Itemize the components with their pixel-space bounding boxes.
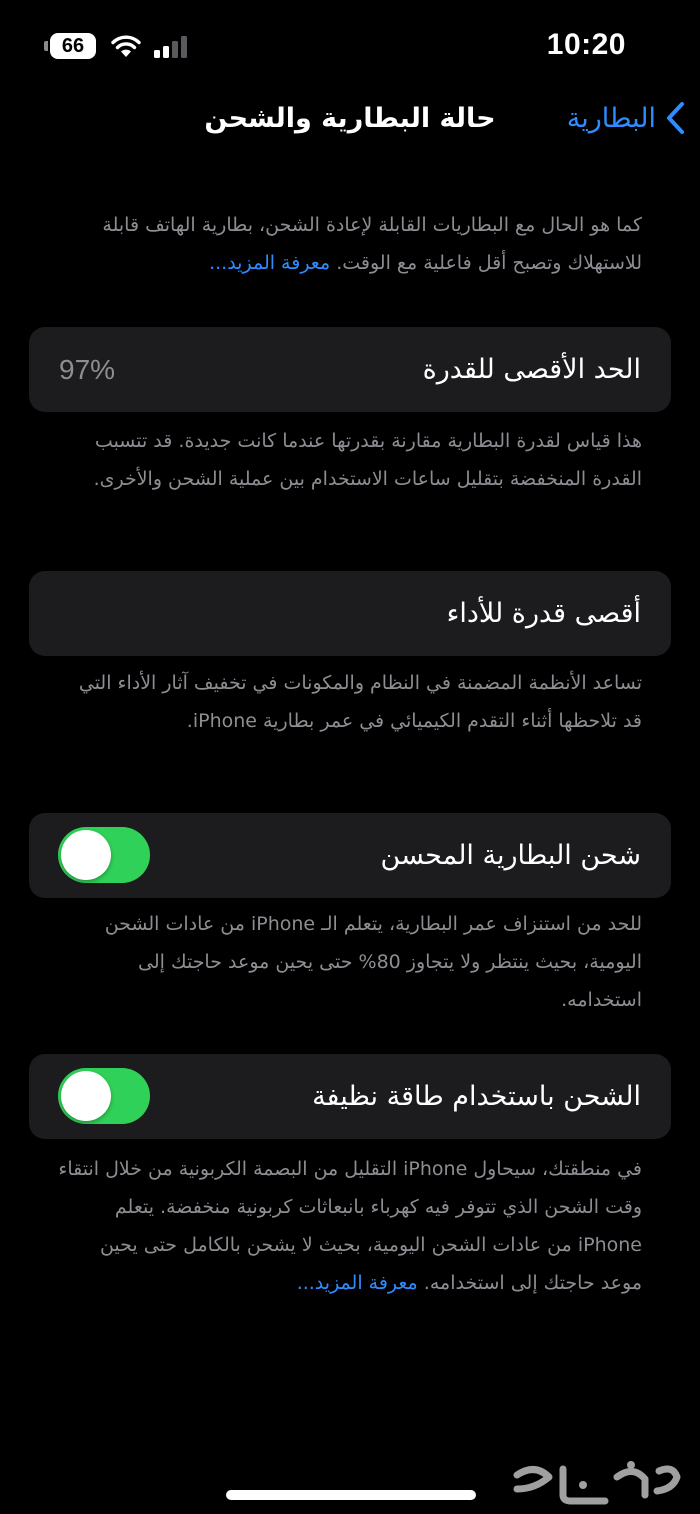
cellular-signal-icon	[154, 36, 187, 58]
max-capacity-row: الحد الأقصى للقدرة 97%	[29, 327, 671, 412]
optimized-charging-row: شحن البطارية المحسن	[29, 813, 671, 898]
clean-energy-description: في منطقتك، سيحاول iPhone التقليل من البص…	[58, 1150, 642, 1302]
toggle-knob	[61, 830, 111, 880]
watermark-logo	[513, 1461, 681, 1505]
max-capacity-value: 97%	[59, 354, 116, 385]
battery-level: 66	[61, 34, 85, 57]
peak-performance-description: تساعد الأنظمة المضمنة في النظام والمكونا…	[78, 672, 642, 732]
status-time: 10:20	[546, 28, 626, 61]
clean-energy-row: الشحن باستخدام طاقة نظيفة	[29, 1054, 671, 1139]
toggle-knob	[61, 1071, 111, 1121]
clean-energy-toggle[interactable]	[58, 1068, 150, 1124]
wifi-icon	[111, 35, 141, 57]
optimized-charging-description: للحد من استنزاف عمر البطارية، يتعلم الـ …	[104, 913, 642, 1011]
intro-text: كما هو الحال مع البطاريات القابلة لإعادة…	[102, 214, 642, 274]
optimized-charging-label: شحن البطارية المحسن	[380, 840, 641, 871]
max-capacity-label: الحد الأقصى للقدرة	[422, 354, 641, 385]
learn-more-link[interactable]: معرفة المزيد...	[297, 1272, 418, 1294]
clean-energy-label: الشحن باستخدام طاقة نظيفة	[312, 1081, 641, 1112]
learn-more-link[interactable]: معرفة المزيد...	[209, 252, 330, 274]
max-capacity-description: هذا قياس لقدرة البطارية مقارنة بقدرتها ع…	[93, 430, 642, 490]
optimized-charging-toggle[interactable]	[58, 827, 150, 883]
back-label: البطارية	[566, 102, 656, 134]
peak-performance-label: أقصى قدرة للأداء	[446, 598, 641, 629]
intro-description: كما هو الحال مع البطاريات القابلة لإعادة…	[58, 206, 642, 282]
status-bar: 66 10:20	[0, 0, 700, 92]
page-title: حالة البطارية والشحن	[204, 103, 496, 134]
battery-icon: 66	[44, 33, 96, 59]
back-button[interactable]: البطارية	[567, 101, 686, 135]
home-indicator[interactable]	[226, 1490, 476, 1500]
peak-performance-row[interactable]: أقصى قدرة للأداء	[29, 571, 671, 656]
chevron-left-icon	[667, 102, 684, 134]
